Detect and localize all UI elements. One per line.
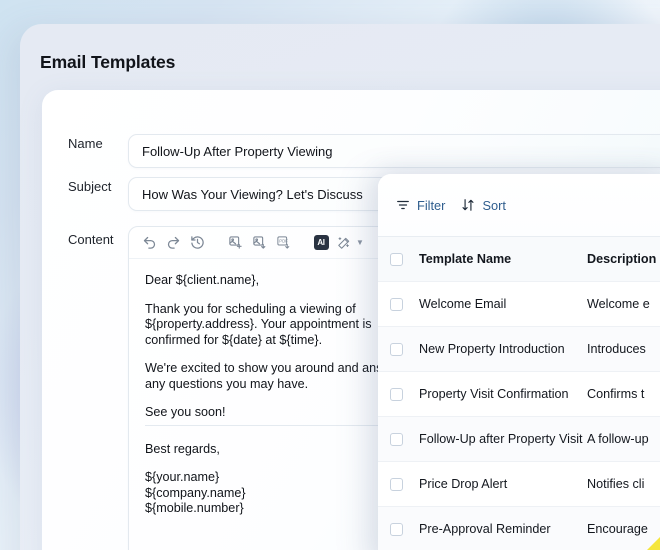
filter-button[interactable]: Filter: [396, 198, 445, 213]
table-header-row: Template Name Description: [378, 236, 660, 281]
svg-text:PDF: PDF: [279, 239, 288, 244]
row-template-name: Welcome Email: [419, 297, 507, 311]
row-template-name: Follow-Up after Property Visit: [419, 432, 583, 446]
row-description: Confirms t: [587, 387, 645, 401]
row-description: Introduces: [587, 342, 646, 356]
content-label: Content: [68, 232, 114, 247]
templates-list-panel: Filter Sort Template Name Description We: [378, 174, 660, 550]
screen-root: Email Templates Name Follow-Up After Pro…: [0, 0, 660, 550]
row-description: Welcome e: [587, 297, 650, 311]
column-header-description[interactable]: Description: [587, 252, 660, 266]
row-template-name: Price Drop Alert: [419, 477, 508, 491]
select-all-checkbox[interactable]: [390, 252, 403, 266]
row-template-name: New Property Introduction: [419, 342, 565, 356]
row-checkbox[interactable]: [390, 387, 403, 401]
ai-badge-label: AI: [313, 235, 329, 250]
row-template-name: Property Visit Confirmation: [419, 387, 569, 401]
row-template-name: Pre-Approval Reminder: [419, 522, 551, 536]
page-title: Email Templates: [40, 52, 176, 72]
undo-icon[interactable]: [137, 231, 161, 255]
list-toolbar: Filter Sort: [378, 174, 660, 236]
filter-label: Filter: [417, 197, 446, 213]
subject-label: Subject: [68, 179, 112, 194]
table-row[interactable]: Price Drop Alert Notifies cli: [378, 461, 660, 506]
table-row[interactable]: New Property Introduction Introduces: [378, 326, 660, 371]
magic-wand-icon[interactable]: [333, 231, 355, 255]
ai-badge-icon[interactable]: AI: [309, 231, 333, 255]
row-checkbox[interactable]: [390, 522, 403, 536]
row-description: Encourage: [587, 522, 648, 536]
history-icon[interactable]: [185, 231, 209, 255]
name-input[interactable]: Follow-Up After Property Viewing: [128, 134, 660, 168]
redo-icon[interactable]: [161, 231, 185, 255]
sort-button[interactable]: Sort: [461, 197, 506, 213]
table-row[interactable]: Pre-Approval Reminder Encourage: [378, 506, 660, 550]
row-description: Notifies cli: [587, 477, 645, 491]
filter-icon: [396, 198, 410, 212]
corner-accent-marker: [647, 537, 660, 550]
image-add-icon[interactable]: [223, 231, 247, 255]
row-description: A follow-up: [587, 432, 649, 446]
table-row[interactable]: Welcome Email Welcome e: [378, 281, 660, 326]
table-row[interactable]: Follow-Up after Property Visit A follow-…: [378, 416, 660, 461]
sort-icon: [461, 198, 475, 212]
name-label: Name: [68, 136, 103, 151]
row-checkbox[interactable]: [390, 477, 403, 491]
row-checkbox[interactable]: [390, 342, 403, 356]
name-field-row: Name Follow-Up After Property Viewing: [42, 134, 660, 168]
row-checkbox[interactable]: [390, 432, 403, 446]
row-checkbox[interactable]: [390, 297, 403, 311]
chevron-down-icon[interactable]: ▼: [356, 238, 364, 247]
column-header-template-name[interactable]: Template Name: [419, 252, 587, 266]
sort-label: Sort: [482, 197, 506, 213]
image-download-icon[interactable]: [247, 231, 271, 255]
pdf-download-icon[interactable]: PDF: [271, 231, 295, 255]
table-row[interactable]: Property Visit Confirmation Confirms t: [378, 371, 660, 416]
